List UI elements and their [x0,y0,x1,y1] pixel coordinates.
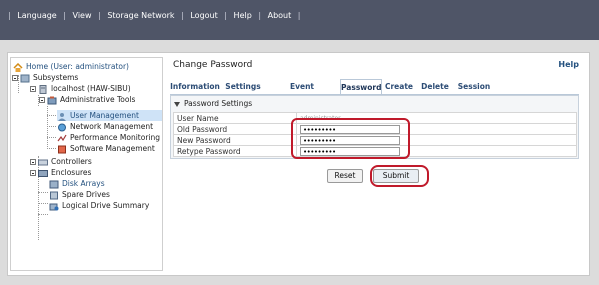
tools-icon [47,96,57,105]
retype-password-input[interactable]: ••••••••• [300,146,400,156]
form-row: Old Password ••••••••• [173,123,577,135]
submit-button[interactable]: Submit [373,169,419,183]
tab-create[interactable]: Create [384,79,414,95]
form-row: New Password ••••••••• [173,134,577,146]
menu-separator: | [297,11,301,20]
tree-software-management-label: Software Management [70,144,155,153]
field-label: User Name [173,112,297,124]
collapse-triangle-icon[interactable] [174,101,180,107]
reset-button[interactable]: Reset [327,169,363,183]
tree-software-management[interactable]: Software Management [57,143,155,154]
tree-spare-drives[interactable]: Spare Drives [49,189,110,200]
tree-home-label: Home (User: administrator) [26,62,129,71]
tree-spare-drives-label: Spare Drives [62,190,110,199]
tree-disk-arrays[interactable]: Disk Arrays [49,178,105,189]
menu-separator: | [98,11,101,20]
menu-separator: | [181,11,184,20]
tree-logical-drive-summary-label: Logical Drive Summary [62,201,150,210]
top-menu: | Language | View | Storage Network | Lo… [4,11,305,20]
enclosure-icon [38,169,48,178]
collapse-icon[interactable] [12,75,18,81]
tab-session[interactable]: Session [456,79,492,95]
form-row: Retype Password ••••••••• [173,145,577,157]
menu-about[interactable]: About [268,11,292,20]
tree-performance-monitoring-label: Performance Monitoring [70,133,161,142]
menu-separator: | [224,11,227,20]
tree-performance-monitoring[interactable]: Performance Monitoring [57,132,160,143]
network-icon [57,123,67,132]
password-settings-panel: Password Settings User Name administrato… [170,95,579,159]
tree-host-label: localhost (HAW-SIBU) [51,84,131,93]
field-label: Old Password [173,123,297,135]
logical-drive-icon [49,202,59,211]
tree-user-management-label: User Management [70,111,139,120]
page-title: Change Password [173,60,253,70]
collapse-icon[interactable] [30,86,36,92]
new-password-input[interactable]: ••••••••• [300,135,400,145]
tree-enclosures-label: Enclosures [51,168,92,177]
tab-event-subscription[interactable]: Event Subscription [266,79,338,106]
tree-controllers-label: Controllers [51,157,92,166]
menu-separator: | [63,11,66,20]
menu-storage-network[interactable]: Storage Network [107,11,174,20]
section-header[interactable]: Password Settings [174,98,252,110]
software-icon [57,145,67,154]
tab-delete[interactable]: Delete [420,79,450,95]
tree-subsystems-label: Subsystems [33,73,79,82]
tree-admin-tools-label: Administrative Tools [60,95,136,104]
main-panel: Change Password Help Information Setting… [166,57,587,272]
field-label: New Password [173,134,297,146]
top-menu-bar: | Language | View | Storage Network | Lo… [0,0,599,40]
navigation-tree: Home (User: administrator) Subsystems lo… [10,57,163,271]
expand-icon[interactable] [30,170,36,176]
tab-password[interactable]: Password [340,79,382,95]
performance-icon [57,134,67,143]
tree-logical-drive-summary[interactable]: Logical Drive Summary [49,200,149,211]
password-form: User Name administrator Old Password •••… [173,112,577,157]
menu-view[interactable]: View [73,11,92,20]
disk-array-icon [49,180,59,189]
menu-language[interactable]: Language [17,11,56,20]
tree-subsystems[interactable]: Subsystems [12,72,78,83]
tree-disk-arrays-label: Disk Arrays [62,179,105,188]
tab-bar: Information Settings Event Subscription … [170,79,580,106]
menu-separator: | [258,11,262,20]
expand-icon[interactable] [30,159,36,165]
field-label: Retype Password [173,145,297,157]
tab-information[interactable]: Information [170,79,220,95]
tree-enclosures[interactable]: Enclosures [30,167,91,178]
spare-drive-icon [49,191,59,200]
controller-icon [38,158,48,167]
user-icon [57,112,67,121]
tree-admin-tools[interactable]: Administrative Tools [39,94,135,105]
tree-host[interactable]: localhost (HAW-SIBU) [30,83,131,94]
username-value: administrator [296,112,577,124]
menu-logout[interactable]: Logout [190,11,217,20]
tree-user-management[interactable]: User Management [57,110,162,121]
tree-home[interactable]: Home (User: administrator) [13,61,129,72]
tab-settings[interactable]: Settings [224,79,262,95]
menu-help[interactable]: Help [234,11,252,20]
server-icon [38,84,48,94]
home-icon [13,62,23,72]
old-password-input[interactable]: ••••••••• [300,124,400,134]
form-row: User Name administrator [173,112,577,124]
subsystem-icon [20,74,30,83]
tree-network-management[interactable]: Network Management [57,121,153,132]
help-link[interactable]: Help [558,60,579,69]
tree-controllers[interactable]: Controllers [30,156,92,167]
tree-network-management-label: Network Management [70,122,154,131]
section-title: Password Settings [184,99,253,108]
menu-separator: | [8,11,11,20]
collapse-icon[interactable] [39,97,45,103]
